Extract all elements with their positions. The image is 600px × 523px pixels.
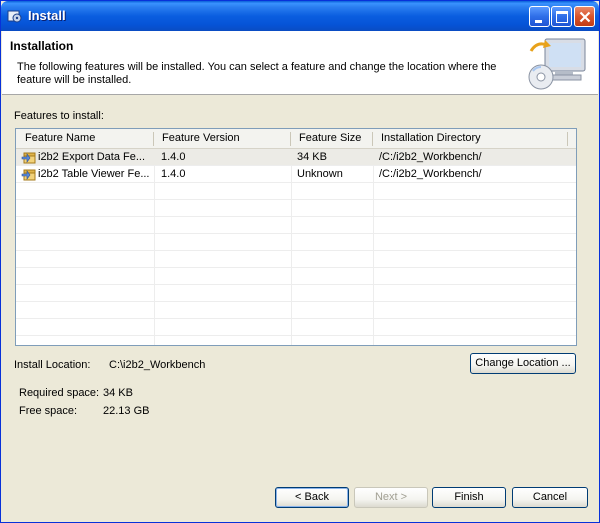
empty-row [16, 217, 576, 234]
maximize-button[interactable] [551, 6, 572, 27]
table-row[interactable]: i2b2 Table Viewer Fe... 1.4.0 Unknown /C… [16, 166, 576, 183]
column-header-installation-directory[interactable]: Installation Directory [381, 132, 481, 144]
finish-button[interactable]: Finish [432, 487, 506, 508]
column-header-feature-name[interactable]: Feature Name [25, 132, 95, 144]
empty-row [16, 251, 576, 268]
next-button[interactable]: Next > [354, 487, 428, 508]
install-app-icon [7, 10, 22, 23]
minimize-icon [535, 20, 542, 23]
title-bar[interactable]: Install [1, 1, 599, 31]
change-location-button[interactable]: Change Location ... [470, 353, 576, 374]
install-window: Install Installation The following featu… [0, 0, 600, 523]
column-header-feature-size[interactable]: Feature Size [299, 132, 361, 144]
empty-row [16, 183, 576, 200]
free-space-label: Free space: [19, 405, 78, 417]
required-space-value: 34 KB [103, 387, 133, 399]
install-location-label: Install Location: [14, 359, 91, 371]
feature-size-cell: 34 KB [297, 151, 327, 163]
empty-row [16, 200, 576, 217]
column-divider[interactable] [567, 132, 568, 146]
column-divider[interactable] [153, 132, 154, 146]
required-space-label: Required space: [19, 387, 100, 399]
window-title: Install [28, 8, 66, 23]
features-table[interactable]: Feature Name Feature Version Feature Siz… [15, 128, 577, 346]
free-space-value: 22.13 GB [103, 405, 150, 417]
close-button[interactable] [574, 6, 595, 27]
feature-size-cell: Unknown [297, 168, 343, 180]
column-divider[interactable] [290, 132, 291, 146]
feature-version-cell: 1.4.0 [161, 151, 186, 163]
column-divider[interactable] [372, 132, 373, 146]
page-title: Installation [10, 39, 74, 53]
features-label: Features to install: [14, 110, 104, 122]
install-location-value: C:\i2b2_Workbench [109, 359, 206, 371]
table-row[interactable]: i2b2 Export Data Fe... 1.4.0 34 KB /C:/i… [16, 149, 576, 166]
feature-version-cell: 1.4.0 [161, 168, 186, 180]
feature-name-cell: i2b2 Table Viewer Fe... [38, 168, 150, 180]
cancel-button[interactable]: Cancel [512, 487, 588, 508]
installation-directory-cell: /C:/i2b2_Workbench/ [379, 168, 482, 180]
column-header-feature-version[interactable]: Feature Version [162, 132, 240, 144]
close-icon [579, 11, 591, 23]
empty-row [16, 285, 576, 302]
page-description: The following features will be installed… [17, 61, 497, 86]
minimize-button[interactable] [529, 6, 550, 27]
feature-package-icon [21, 152, 36, 164]
empty-row [16, 319, 576, 336]
monitor-cd-icon [528, 38, 586, 90]
empty-row [16, 302, 576, 319]
empty-row [16, 234, 576, 251]
back-button[interactable]: < Back [275, 487, 349, 508]
maximize-icon [556, 11, 568, 23]
table-header: Feature Name Feature Version Feature Siz… [16, 129, 576, 149]
feature-name-cell: i2b2 Export Data Fe... [38, 151, 145, 163]
installation-directory-cell: /C:/i2b2_Workbench/ [379, 151, 482, 163]
feature-package-icon [21, 169, 36, 181]
empty-row [16, 268, 576, 285]
installation-header: Installation The following features will… [2, 31, 598, 95]
